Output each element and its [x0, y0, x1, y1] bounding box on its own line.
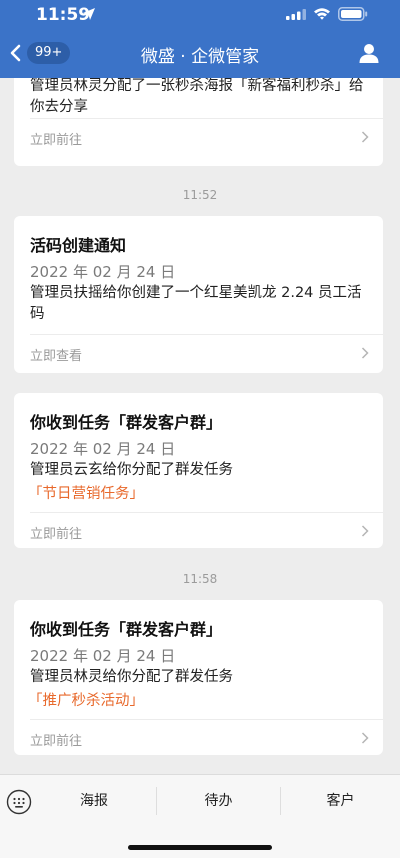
message-card: 活码创建通知 2022 年 02 月 24 日 管理员扶摇给你创建了一个红星美凯… [14, 216, 383, 373]
go-now-link[interactable]: 立即前往 [30, 730, 82, 749]
message-body: 管理员云玄给你分配了群发任务 [30, 462, 233, 478]
tab-customers[interactable]: 客户 [281, 775, 400, 827]
go-now-link[interactable]: 立即前往 [30, 129, 82, 148]
go-now-link[interactable]: 立即前往 [30, 523, 82, 542]
card-divider [30, 719, 383, 720]
card-divider [30, 118, 383, 119]
message-date: 2022 年 02 月 24 日 [30, 263, 176, 281]
message-feed[interactable]: 管理员林灵分配了一张秒杀海报「新客福利秒杀」给你去分享 立即前往 11:52 活… [0, 78, 400, 774]
message-heading: 你收到任务「群发客户群」 [30, 620, 223, 639]
message-heading: 你收到任务「群发客户群」 [30, 413, 223, 432]
tab-poster[interactable]: 海报 [32, 775, 156, 827]
message-card: 你收到任务「群发客户群」 2022 年 02 月 24 日 管理员林灵给你分配了… [14, 600, 383, 755]
message-body: 管理员林灵给你分配了群发任务 [30, 669, 233, 685]
task-name[interactable]: 「节日营销任务」 [28, 482, 144, 503]
card-divider [30, 512, 383, 513]
view-now-link[interactable]: 立即查看 [30, 345, 82, 364]
battery-icon [338, 7, 368, 21]
page-title: 微盛 · 企微管家 [140, 47, 260, 67]
top-bar: 11:59 99+ 微盛 · 企微管家 [0, 0, 400, 78]
home-indicator [128, 845, 272, 850]
wifi-icon [314, 8, 330, 20]
chevron-right-icon[interactable] [361, 131, 369, 143]
timestamp: 11:58 [182, 572, 218, 586]
chevron-right-icon[interactable] [361, 347, 369, 359]
tab-todo[interactable]: 待办 [157, 775, 280, 827]
message-card: 你收到任务「群发客户群」 2022 年 02 月 24 日 管理员云玄给你分配了… [14, 393, 383, 548]
message-heading: 活码创建通知 [30, 236, 127, 255]
task-name[interactable]: 「推广秒杀活动」 [28, 689, 144, 710]
signal-icon [286, 9, 306, 20]
location-arrow-icon [83, 8, 95, 20]
nav-bar: 99+ 微盛 · 企微管家 [0, 30, 400, 78]
message-body: 管理员扶摇给你创建了一个红星美凯龙 2.24 员工活码 [30, 285, 362, 322]
keyboard-icon[interactable] [6, 789, 32, 815]
status-bar: 11:59 [0, 0, 400, 30]
message-card: 管理员林灵分配了一张秒杀海报「新客福利秒杀」给你去分享 立即前往 [14, 78, 383, 166]
message-date: 2022 年 02 月 24 日 [30, 440, 176, 458]
user-icon[interactable] [358, 43, 380, 63]
timestamp: 11:52 [182, 188, 218, 202]
chevron-right-icon[interactable] [361, 525, 369, 537]
message-date: 2022 年 02 月 24 日 [30, 647, 176, 665]
card-divider [30, 334, 383, 335]
chevron-right-icon[interactable] [361, 732, 369, 744]
message-body: 管理员林灵分配了一张秒杀海报「新客福利秒杀」给你去分享 [30, 78, 364, 115]
